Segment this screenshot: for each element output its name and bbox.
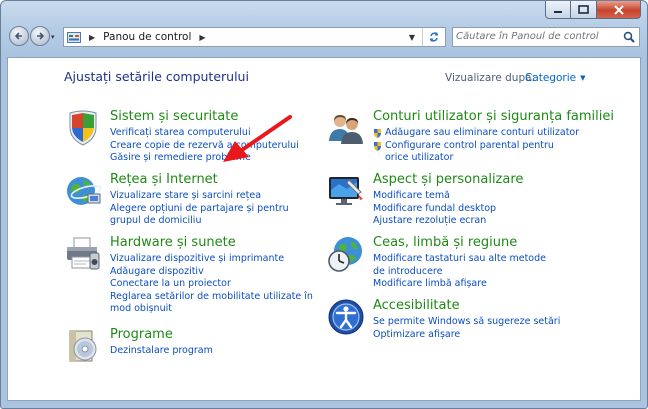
uac-shield-icon <box>374 141 381 151</box>
link-add-remove-accounts-label: Adăugare sau eliminare conturi utilizato… <box>385 127 580 138</box>
refresh-icon <box>429 32 439 42</box>
maximize-button[interactable] <box>571 1 597 19</box>
programs-icon <box>69 330 97 362</box>
link-change-background[interactable]: Modificare fundal desktop <box>373 203 496 216</box>
address-dropdown-icon[interactable]: ▼ <box>405 28 419 46</box>
link-change-theme[interactable]: Modificare temă <box>373 190 496 203</box>
recent-pages-icon[interactable]: ▾ <box>51 33 55 41</box>
link-change-keyboards[interactable]: Modificare tastaturi sau alte metode de … <box>373 253 553 278</box>
network-globe-icon <box>67 177 102 205</box>
back-button[interactable] <box>9 26 29 46</box>
view-by-dropdown[interactable]: Categorie ▼ <box>525 72 586 84</box>
navigation-bar: ▾ ▶ Panou de control ▶ ▼ <box>1 23 647 53</box>
close-button[interactable] <box>597 1 641 19</box>
maximize-icon <box>578 5 589 14</box>
minimize-button[interactable] <box>545 1 571 19</box>
back-arrow-icon <box>14 32 22 40</box>
link-optimize-display[interactable]: Optimizare afișare <box>373 329 560 342</box>
view-by-value: Categorie <box>525 72 577 84</box>
category-title-hardware[interactable]: Hardware și sunete <box>110 235 236 250</box>
link-sharing-options[interactable]: Alegere opțiuni de partajare și pentru g… <box>110 203 320 228</box>
link-add-remove-accounts[interactable]: Adăugare sau eliminare conturi utilizato… <box>373 127 579 140</box>
link-mobility-settings[interactable]: Reglarea setărilor de mobilitate utiliza… <box>110 291 315 316</box>
link-uninstall-program[interactable]: Dezinstalare program <box>110 345 213 358</box>
clock-globe-icon <box>328 237 362 272</box>
category-title-users[interactable]: Conturi utilizator și siguranța familiei <box>373 109 614 124</box>
breadcrumb-control-panel[interactable]: Panou de control <box>103 31 191 43</box>
link-parental-controls-label: Configurare control parental pentru oric… <box>385 139 554 164</box>
link-connect-projector[interactable]: Conectare la un proiector <box>110 278 315 291</box>
link-parental-controls[interactable]: Configurare control parental pentru oric… <box>373 140 573 165</box>
search-box[interactable] <box>452 27 640 47</box>
category-title-programs[interactable]: Programe <box>110 327 173 342</box>
printer-icon <box>67 237 100 270</box>
appearance-monitor-icon <box>329 177 363 205</box>
category-title-appearance[interactable]: Aspect și personalizare <box>373 172 523 187</box>
link-devices-printers[interactable]: Vizualizare dispozitive și imprimante <box>110 253 315 266</box>
link-network-status[interactable]: Vizualizare stare și sarcini rețea <box>110 190 320 203</box>
control-panel-window: ▾ ▶ Panou de control ▶ ▼ Ajustați setări… <box>0 0 648 409</box>
view-by-label: Vizualizare după: <box>445 72 536 84</box>
forward-button[interactable] <box>30 26 50 46</box>
system-security-shield-icon <box>69 110 97 146</box>
uac-shield-icon <box>374 129 381 138</box>
minimize-icon <box>554 10 562 13</box>
refresh-button[interactable] <box>422 28 445 46</box>
page-title: Ajustați setările computerului <box>64 69 249 84</box>
control-panel-icon <box>67 31 81 43</box>
title-bar <box>1 1 647 23</box>
address-bar[interactable]: ▶ Panou de control ▶ ▼ <box>63 27 446 47</box>
ease-of-access-icon <box>328 299 364 335</box>
users-icon <box>329 115 363 144</box>
dropdown-arrow-icon: ▼ <box>580 74 586 82</box>
category-title-clock[interactable]: Ceas, limbă și regiune <box>373 235 517 250</box>
category-title-access[interactable]: Accesibilitate <box>373 298 460 313</box>
red-annotation-arrow-icon <box>223 115 292 162</box>
forward-arrow-icon <box>37 32 45 40</box>
link-screen-resolution[interactable]: Ajustare rezoluție ecran <box>373 215 496 228</box>
search-input[interactable] <box>456 31 616 42</box>
link-add-device[interactable]: Adăugare dispozitiv <box>110 266 315 279</box>
link-windows-suggest[interactable]: Se permite Windows să sugereze setări <box>373 316 560 329</box>
search-icon <box>623 31 635 43</box>
close-icon <box>613 4 624 15</box>
content-pane: Ajustați setările computerului Vizualiza… <box>7 57 641 401</box>
breadcrumb-separator-icon[interactable]: ▶ <box>89 33 95 42</box>
category-title-network[interactable]: Rețea și Internet <box>110 172 218 187</box>
window-controls <box>545 1 641 19</box>
link-display-language[interactable]: Modificare limbă afișare <box>373 278 553 291</box>
breadcrumb-separator-icon[interactable]: ▶ <box>199 33 205 42</box>
